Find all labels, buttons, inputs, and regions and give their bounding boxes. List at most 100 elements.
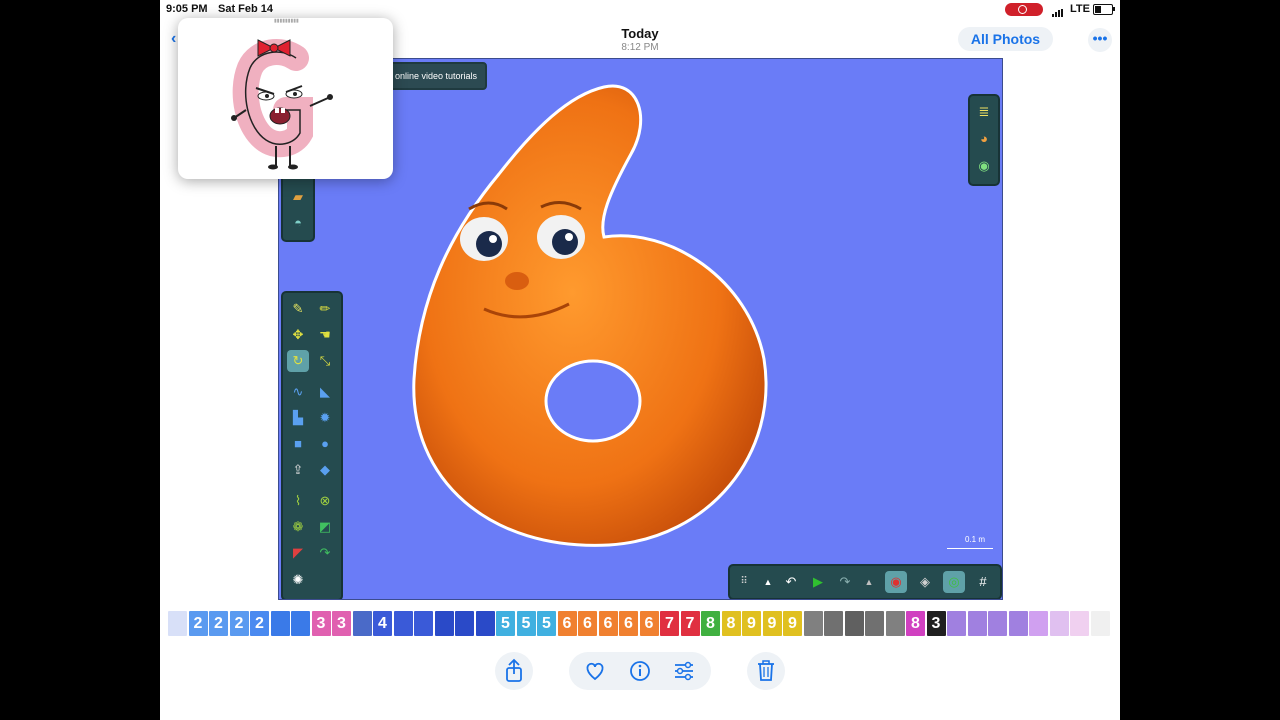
filmstrip-thumbnail[interactable] (885, 611, 905, 636)
filmstrip-thumbnail[interactable] (1049, 611, 1069, 636)
filmstrip-thumbnail[interactable] (291, 611, 310, 636)
edit-button[interactable] (665, 652, 703, 690)
adjust-icon (675, 661, 693, 681)
filmstrip-thumbnail[interactable]: 9 (742, 611, 761, 636)
layers-icon[interactable]: ≣ (973, 101, 995, 123)
box-icon[interactable]: ■ (287, 433, 309, 455)
redo-icon[interactable]: ↷ (834, 571, 856, 593)
thruster-icon[interactable]: ◩ (314, 516, 336, 538)
more-button[interactable]: ••• (1088, 28, 1112, 52)
filmstrip-thumbnail[interactable]: 6 (598, 611, 618, 636)
all-photos-button[interactable]: All Photos (958, 27, 1053, 51)
delete-button[interactable] (747, 652, 785, 690)
filmstrip-thumbnail[interactable] (1070, 611, 1089, 636)
playback-toolbar: ⠿ ▲ ↶ ▶ ↷ ▲ ◉ ◈ ◎ # (728, 564, 1002, 599)
filmstrip-thumbnail[interactable]: 7 (680, 611, 700, 636)
rotate-icon[interactable]: ↻ (287, 350, 309, 372)
tracer-icon[interactable]: ✺ (287, 569, 309, 591)
filmstrip-thumbnail[interactable]: 5 (496, 611, 515, 636)
up-arrow-icon-2[interactable]: ▲ (858, 571, 880, 593)
filmstrip-thumbnail[interactable] (168, 611, 187, 636)
move-icon[interactable]: ✥ (287, 324, 309, 346)
info-button[interactable] (621, 652, 659, 690)
laser-icon[interactable]: ◤ (287, 542, 309, 564)
filmstrip-thumbnail[interactable] (270, 611, 290, 636)
up-arrow-icon[interactable]: ▲ (757, 571, 779, 593)
status-date: Sat Feb 14 (218, 3, 274, 15)
network-label: LTE (1070, 3, 1090, 15)
spring-icon[interactable]: ⌇ (287, 490, 309, 512)
circle-icon[interactable]: ● (314, 433, 336, 455)
filmstrip-thumbnail[interactable] (434, 611, 454, 636)
filmstrip-thumbnail[interactable]: 8 (701, 611, 720, 636)
filmstrip-thumbnail[interactable]: 8 (721, 611, 741, 636)
filmstrip-thumbnail[interactable] (824, 611, 843, 636)
wheel-icon[interactable]: ❁ (287, 516, 309, 538)
palette-icon[interactable]: ◕ (973, 128, 995, 150)
file-toolbar: ▰ ◓ (281, 174, 315, 242)
share-button[interactable] (495, 652, 533, 690)
zoom-icon[interactable]: ◉ (973, 155, 995, 177)
filmstrip-thumbnail[interactable]: 3 (311, 611, 331, 636)
folder-icon[interactable]: ▰ (287, 186, 309, 208)
filmstrip-thumbnail[interactable] (455, 611, 474, 636)
filmstrip-thumbnail[interactable]: 9 (783, 611, 802, 636)
fixate-icon[interactable]: ⊗ (314, 490, 336, 512)
filmstrip-thumbnail[interactable] (475, 611, 495, 636)
scene-icon[interactable]: ◓ (287, 212, 309, 234)
drag-icon[interactable]: ☚ (314, 324, 336, 346)
air-icon[interactable]: ◈ (914, 571, 936, 593)
play-icon[interactable]: ▶ (807, 571, 829, 593)
filmstrip-thumbnail[interactable]: 6 (639, 611, 659, 636)
filmstrip-thumbnail[interactable]: 6 (619, 611, 638, 636)
eraser-icon[interactable]: ◆ (314, 459, 336, 481)
filmstrip-thumbnail[interactable]: 2 (250, 611, 269, 636)
pencil-icon[interactable]: ✏ (314, 298, 336, 320)
filmstrip-scrubber[interactable]: 222233455566666778899983 (160, 611, 1120, 637)
filmstrip-thumbnail[interactable]: 6 (557, 611, 577, 636)
gravity-icon[interactable]: ◉ (885, 571, 907, 593)
scale-icon[interactable]: ⤡ (314, 350, 336, 372)
polygon-icon[interactable]: ▙ (287, 407, 309, 429)
scale-label: 0.1 m (965, 535, 986, 544)
curve-icon[interactable]: ∿ (287, 381, 309, 403)
knife-icon[interactable]: ◣ (314, 381, 336, 403)
favorite-button[interactable] (576, 652, 614, 690)
filmstrip-thumbnail[interactable]: 3 (926, 611, 946, 636)
filmstrip-thumbnail[interactable] (803, 611, 823, 636)
menu-icon[interactable]: ⠿ (733, 571, 755, 593)
filmstrip-thumbnail[interactable]: 8 (906, 611, 925, 636)
filmstrip-thumbnail[interactable]: 2 (229, 611, 249, 636)
signal-icon (1052, 5, 1064, 17)
filmstrip-thumbnail[interactable] (865, 611, 884, 636)
filmstrip-thumbnail[interactable] (1090, 611, 1110, 636)
filmstrip-thumbnail[interactable]: 7 (660, 611, 679, 636)
draw-icon[interactable]: ✎ (287, 298, 309, 320)
filmstrip-thumbnail[interactable]: 6 (578, 611, 597, 636)
filmstrip-thumbnail[interactable]: 9 (762, 611, 782, 636)
filmstrip-thumbnail[interactable]: 2 (209, 611, 228, 636)
filmstrip-thumbnail[interactable] (988, 611, 1007, 636)
filmstrip-thumbnail[interactable]: 2 (188, 611, 208, 636)
filmstrip-thumbnail[interactable] (844, 611, 864, 636)
hinge-icon[interactable]: ↷ (314, 542, 336, 564)
filmstrip-thumbnail[interactable] (1029, 611, 1048, 636)
filmstrip-thumbnail[interactable]: 4 (373, 611, 392, 636)
follow-icon[interactable]: ◎ (943, 571, 965, 593)
picture-in-picture-overlay[interactable]: ▮▮▮▮▮▮▮▮▮ (178, 18, 393, 179)
filmstrip-thumbnail[interactable] (352, 611, 372, 636)
filmstrip-thumbnail[interactable]: 5 (537, 611, 556, 636)
filmstrip-thumbnail[interactable] (1008, 611, 1028, 636)
upload-icon[interactable]: ⇪ (287, 459, 309, 481)
filmstrip-thumbnail[interactable]: 3 (332, 611, 351, 636)
tools-toolbar: ✎ ✏ ✥ ☚ ↻ ⤡ ∿ ◣ ▙ ✹ ■ ● ⇪ ◆ ⌇ ⊗ ❁ ◩ ◤ ↷ … (281, 291, 343, 599)
filmstrip-thumbnail[interactable] (414, 611, 433, 636)
undo-icon[interactable]: ↶ (780, 571, 802, 593)
gear-icon[interactable]: ✹ (314, 407, 336, 429)
screen-recording-indicator[interactable] (1005, 3, 1043, 16)
grid-icon[interactable]: # (972, 571, 994, 593)
filmstrip-thumbnail[interactable] (393, 611, 413, 636)
filmstrip-thumbnail[interactable] (947, 611, 966, 636)
filmstrip-thumbnail[interactable]: 5 (516, 611, 536, 636)
filmstrip-thumbnail[interactable] (967, 611, 987, 636)
